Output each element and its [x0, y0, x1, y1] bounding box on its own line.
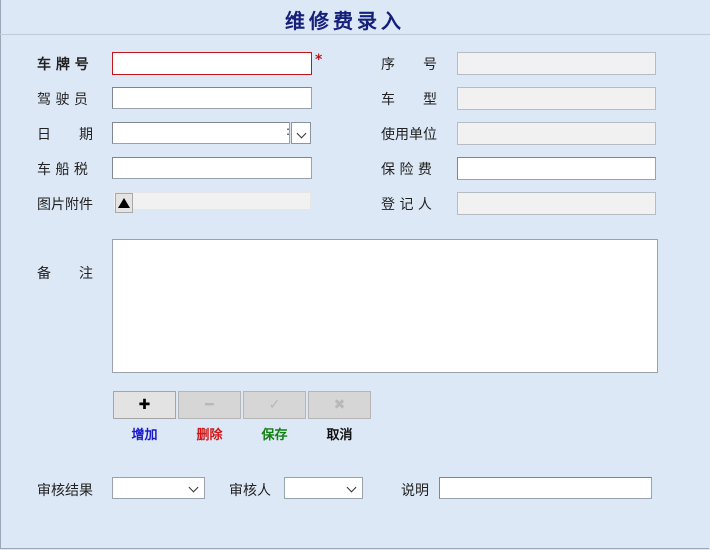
add-button[interactable]: ✚ — [113, 391, 176, 419]
check-icon: ✓ — [268, 397, 281, 413]
plate-label: 车 牌 号 — [37, 57, 89, 73]
vessel-tax-label: 车 船 税 — [37, 162, 88, 178]
vessel-tax-input[interactable] — [112, 157, 312, 179]
serial-label: 序 号 — [381, 57, 437, 73]
chevron-down-icon — [296, 128, 306, 139]
cancel-label[interactable]: 取消 — [308, 424, 371, 443]
review-result-select[interactable] — [112, 477, 205, 499]
driver-label: 驾 驶 员 — [37, 92, 88, 108]
delete-label[interactable]: 删除 — [178, 424, 241, 443]
date-input[interactable] — [112, 122, 290, 144]
chevron-down-icon — [346, 482, 357, 493]
cancel-button[interactable]: ✖ — [308, 391, 371, 419]
attachment-field — [113, 192, 311, 210]
registrar-input[interactable] — [457, 192, 656, 215]
x-icon: ✖ — [333, 397, 346, 413]
minus-icon: ━ — [205, 397, 214, 413]
page-title: 维修费录入 — [285, 9, 405, 33]
model-input[interactable] — [457, 87, 656, 110]
title-divider — [0, 34, 710, 35]
attachment-label: 图片附件 — [37, 197, 93, 213]
insurance-input[interactable] — [457, 157, 656, 180]
delete-button[interactable]: ━ — [178, 391, 241, 419]
note-label: 说明 — [401, 483, 429, 499]
note-input[interactable] — [439, 477, 652, 499]
date-label: 日 期 — [37, 127, 93, 143]
registrar-label: 登 记 人 — [381, 197, 432, 213]
date-spin-text: : — [286, 124, 291, 138]
save-label[interactable]: 保存 — [243, 424, 306, 443]
plus-icon: ✚ — [138, 397, 151, 413]
remarks-label: 备 注 — [37, 266, 93, 282]
reviewer-label: 审核人 — [229, 483, 271, 499]
unit-label: 使用单位 — [381, 127, 437, 143]
model-label: 车 型 — [381, 92, 437, 108]
save-button[interactable]: ✓ — [243, 391, 306, 419]
chevron-down-icon — [188, 482, 199, 493]
serial-input[interactable] — [457, 52, 656, 75]
remarks-textarea[interactable] — [112, 239, 658, 373]
review-result-label: 审核结果 — [37, 483, 93, 499]
attachment-upload-button[interactable] — [115, 193, 133, 213]
plate-input[interactable] — [112, 52, 312, 75]
upload-arrow-icon — [118, 198, 130, 208]
insurance-label: 保 险 费 — [381, 162, 432, 178]
add-label[interactable]: 增加 — [113, 424, 176, 443]
driver-input[interactable] — [112, 87, 312, 109]
reviewer-select[interactable] — [284, 477, 363, 499]
required-mark: * — [315, 52, 323, 68]
date-dropdown-button[interactable] — [291, 122, 311, 144]
unit-input[interactable] — [457, 122, 656, 145]
